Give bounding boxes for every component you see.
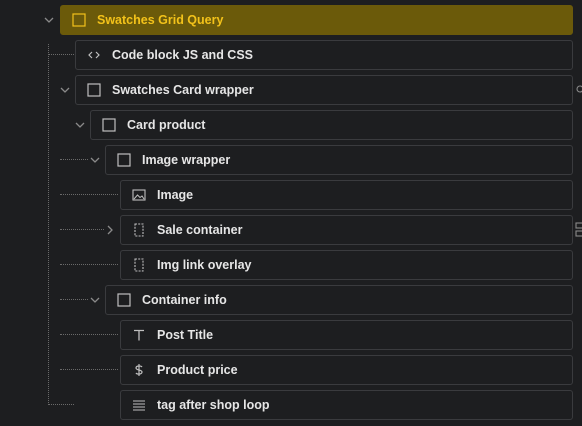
tree-item-sale-container[interactable]: Sale container (120, 215, 573, 245)
tree-item-label: Img link overlay (157, 258, 252, 272)
tree-guide-line (60, 299, 88, 300)
link-icon[interactable] (575, 84, 582, 94)
tree-item-img-link-overlay[interactable]: Img link overlay (120, 250, 573, 280)
tree-guide-line (60, 194, 118, 195)
tree-item-label: Product price (157, 363, 238, 377)
tree-item-image-wrapper[interactable]: Image wrapper (105, 145, 573, 175)
chevron-right-icon[interactable] (103, 223, 117, 237)
tree-guide-line (48, 404, 74, 405)
tree-guide-line (60, 334, 118, 335)
tree-item-container-info[interactable]: Container info (105, 285, 573, 315)
tree-item-tag-after-shop-loop[interactable]: tag after shop loop (120, 390, 573, 420)
code-icon (86, 47, 102, 63)
navigator-tree: Swatches Grid Query Code block JS and CS… (0, 0, 582, 426)
tree-item-label: Image (157, 188, 194, 202)
lines-icon (131, 397, 147, 413)
chevron-down-icon[interactable] (88, 293, 102, 307)
tree-guide-line (60, 229, 104, 230)
square-icon (101, 117, 117, 133)
chevron-down-icon[interactable] (73, 118, 87, 132)
tree-item-code-block[interactable]: Code block JS and CSS (75, 40, 573, 70)
square-icon (71, 12, 87, 28)
div-block-icon (131, 222, 147, 238)
tree-guide-line (60, 159, 88, 160)
text-icon (131, 327, 147, 343)
tree-item-swatches-card-wrapper[interactable]: Swatches Card wrapper (75, 75, 573, 105)
tree-guide-line (48, 44, 49, 405)
tree-item-label: Image wrapper (142, 153, 231, 167)
square-icon (116, 292, 132, 308)
square-icon (86, 82, 102, 98)
image-icon (131, 187, 147, 203)
tree-item-image[interactable]: Image (120, 180, 573, 210)
chevron-down-icon[interactable] (42, 13, 56, 27)
tree-item-swatches-grid-query[interactable]: Swatches Grid Query (60, 5, 573, 35)
tree-item-label: Container info (142, 293, 227, 307)
link-icon[interactable] (575, 222, 582, 238)
tree-item-label: tag after shop loop (157, 398, 270, 412)
tree-item-product-price[interactable]: Product price (120, 355, 573, 385)
tree-guide-line (60, 264, 118, 265)
tree-item-label: Sale container (157, 223, 243, 237)
tree-item-label: Swatches Card wrapper (112, 83, 254, 97)
tree-item-label: Post Title (157, 328, 214, 342)
square-icon (116, 152, 132, 168)
div-block-icon (131, 257, 147, 273)
tree-guide-line (48, 54, 74, 55)
tree-item-card-product[interactable]: Card product (90, 110, 573, 140)
dollar-icon (131, 362, 147, 378)
chevron-down-icon[interactable] (88, 153, 102, 167)
tree-item-label: Code block JS and CSS (112, 48, 254, 62)
tree-item-post-title[interactable]: Post Title (120, 320, 573, 350)
tree-guide-line (60, 369, 118, 370)
chevron-down-icon[interactable] (58, 83, 72, 97)
tree-item-label: Swatches Grid Query (97, 13, 224, 27)
tree-item-label: Card product (127, 118, 206, 132)
